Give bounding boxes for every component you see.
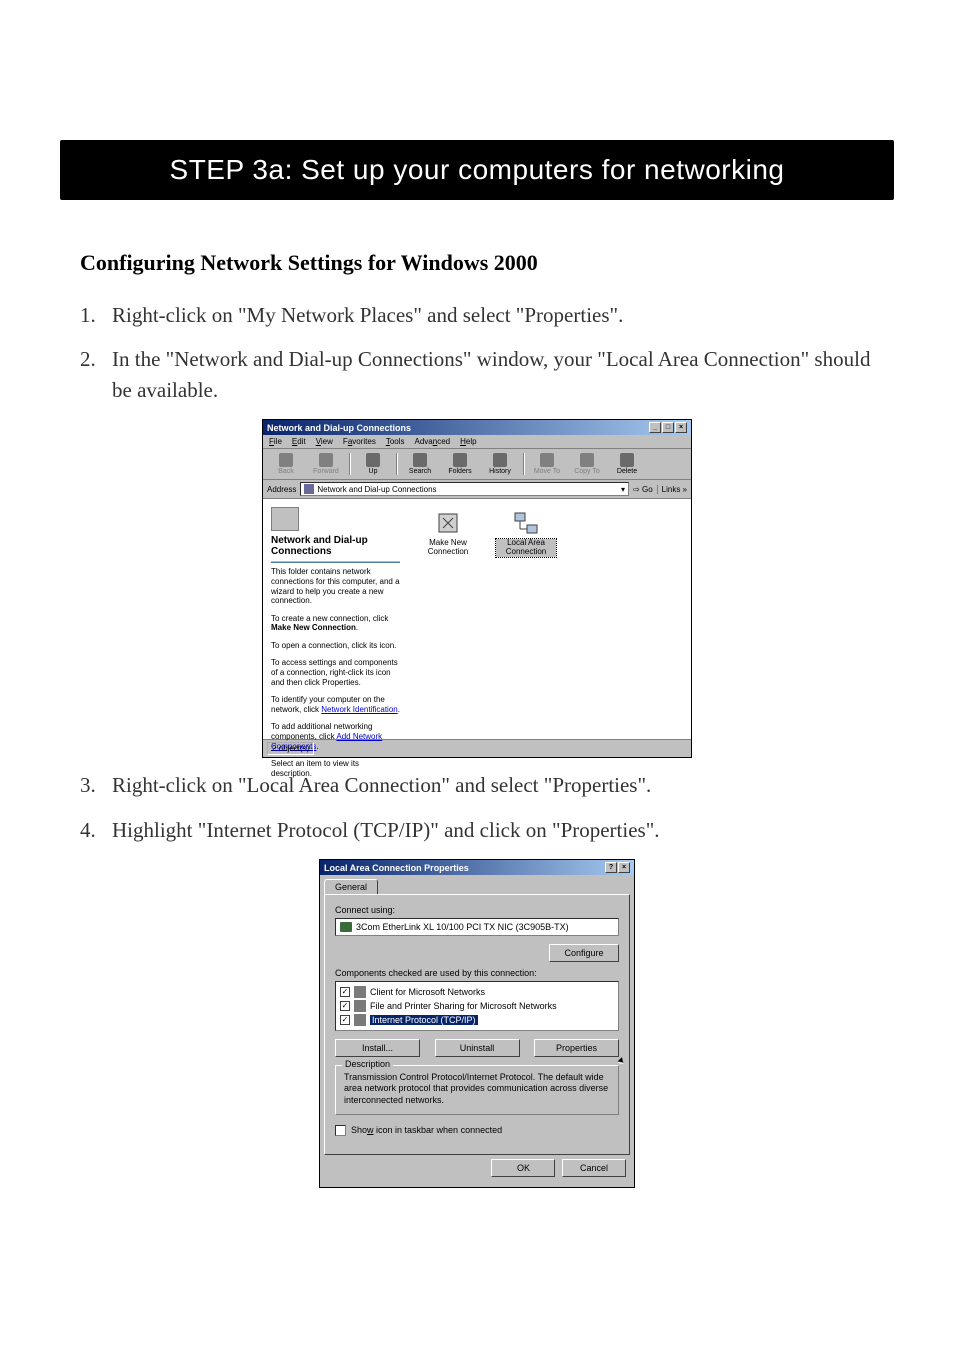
address-label: Address [267,485,296,494]
icon-label-selected: Local Area Connection [496,539,556,557]
step-3: Right-click on "Local Area Connection" a… [80,770,874,800]
status-text: 2 object(s) [267,742,314,755]
address-bar: Address Network and Dial-up Connections … [263,480,691,499]
window-title: Network and Dial-up Connections [267,423,649,433]
menu-help[interactable]: Help [460,437,476,446]
nic-icon [340,922,352,932]
help-button[interactable]: ? [605,862,617,873]
step-banner: STEP 3a: Set up your computers for netwo… [60,140,894,200]
cancel-button[interactable]: Cancel [562,1159,626,1177]
menubar: File Edit View Favorites Tools Advanced … [263,435,691,448]
tb-delete[interactable]: Delete [610,453,644,475]
titlebar: Network and Dial-up Connections _ □ × [263,420,691,435]
install-button[interactable]: Install... [335,1039,420,1057]
lan-icon [512,509,540,537]
component-client-ms-networks[interactable]: Client for Microsoft Networks [338,985,616,999]
instruction-list-cont: Right-click on "Local Area Connection" a… [80,770,874,845]
maximize-button[interactable]: □ [662,422,674,433]
tb-copyto: Copy To [570,453,604,475]
wizard-icon [434,509,462,537]
tb-back: Back [269,453,303,475]
info-pane: Network and Dial-up Connections This fol… [263,499,408,739]
adapter-field: 3Com EtherLink XL 10/100 PCI TX NIC (3C9… [335,918,619,936]
menu-file[interactable]: File [269,437,282,446]
screenshot-lan-properties: Local Area Connection Properties ? × Gen… [80,859,874,1188]
dlg-titlebar: Local Area Connection Properties ? × [320,860,634,875]
description-text: Transmission Control Protocol/Internet P… [344,1072,610,1106]
link-network-id[interactable]: Network Identification [321,705,397,714]
pane-p1: This folder contains network connections… [271,567,400,605]
go-button[interactable]: ⇨ Go [633,485,653,494]
menu-edit[interactable]: Edit [292,437,306,446]
component-icon [354,1000,366,1012]
tb-forward: Forward [309,453,343,475]
instruction-list: Right-click on "My Network Places" and s… [80,300,874,405]
description-group: Description Transmission Control Protoco… [335,1065,619,1115]
menu-view[interactable]: View [316,437,333,446]
banner-text: STEP 3a: Set up your computers for netwo… [170,154,785,185]
checkbox-icon[interactable] [340,1015,350,1025]
components-list: Client for Microsoft Networks File and P… [335,981,619,1031]
step-1: Right-click on "My Network Places" and s… [80,300,874,330]
folder-large-icon [271,507,299,531]
close-button[interactable]: × [675,422,687,433]
description-title: Description [342,1059,393,1069]
show-icon-checkbox[interactable] [335,1125,346,1136]
adapter-name: 3Com EtherLink XL 10/100 PCI TX NIC (3C9… [356,922,569,932]
show-icon-row[interactable]: Show icon in taskbar when connected [335,1125,619,1136]
component-label: File and Printer Sharing for Microsoft N… [370,1001,557,1011]
links-label[interactable]: Links » [657,485,687,494]
content-pane: Make New Connection Local Area Connectio… [408,499,691,739]
toolbar: Back Forward Up Search Folders History M… [263,448,691,480]
tb-search[interactable]: Search [403,453,437,475]
screenshot-network-connections: Network and Dial-up Connections _ □ × Fi… [80,419,874,758]
tab-general[interactable]: General [324,879,378,894]
dlg-title: Local Area Connection Properties [324,863,605,873]
pane-title: Network and Dial-up Connections [271,535,400,557]
folder-icon [304,484,314,494]
component-icon [354,1014,366,1026]
connect-using-label: Connect using: [335,905,619,915]
minimize-button[interactable]: _ [649,422,661,433]
dialog-lan-properties: Local Area Connection Properties ? × Gen… [319,859,635,1188]
ok-button[interactable]: OK [491,1159,555,1177]
checkbox-icon[interactable] [340,1001,350,1011]
show-icon-label: Show icon in taskbar when connected [351,1125,502,1135]
tb-up[interactable]: Up [356,453,390,475]
components-label: Components checked are used by this conn… [335,968,619,978]
component-label-selected: Internet Protocol (TCP/IP) [370,1015,478,1025]
icon-label: Make New Connection [418,539,478,557]
pane-p5: To identify your computer on the network… [271,695,400,714]
address-field[interactable]: Network and Dial-up Connections ▾ [300,482,629,496]
menu-advanced[interactable]: Advanced [415,437,451,446]
component-file-printer-sharing[interactable]: File and Printer Sharing for Microsoft N… [338,999,616,1013]
address-value: Network and Dial-up Connections [317,485,436,494]
tb-history[interactable]: History [483,453,517,475]
component-icon [354,986,366,998]
pane-p4: To access settings and components of a c… [271,658,400,687]
tb-moveto: Move To [530,453,564,475]
menu-favorites[interactable]: Favorites [343,437,376,446]
icon-local-area-connection[interactable]: Local Area Connection [496,509,556,557]
component-tcpip[interactable]: Internet Protocol (TCP/IP) [338,1013,616,1027]
icon-make-new-connection[interactable]: Make New Connection [418,509,478,557]
window-network-dialup: Network and Dial-up Connections _ □ × Fi… [262,419,692,758]
uninstall-button[interactable]: Uninstall [435,1039,520,1057]
menu-tools[interactable]: Tools [386,437,405,446]
step-2: In the "Network and Dial-up Connections"… [80,344,874,405]
section-heading: Configuring Network Settings for Windows… [80,250,874,276]
properties-button[interactable]: Properties [534,1039,619,1057]
step-4: Highlight "Internet Protocol (TCP/IP)" a… [80,815,874,845]
tb-folders[interactable]: Folders [443,453,477,475]
dlg-close-button[interactable]: × [618,862,630,873]
configure-button[interactable]: Configure [549,944,619,962]
pane-p3: To open a connection, click its icon. [271,641,400,651]
pane-p2: To create a new connection, click Make N… [271,614,400,633]
component-label: Client for Microsoft Networks [370,987,485,997]
checkbox-icon[interactable] [340,987,350,997]
